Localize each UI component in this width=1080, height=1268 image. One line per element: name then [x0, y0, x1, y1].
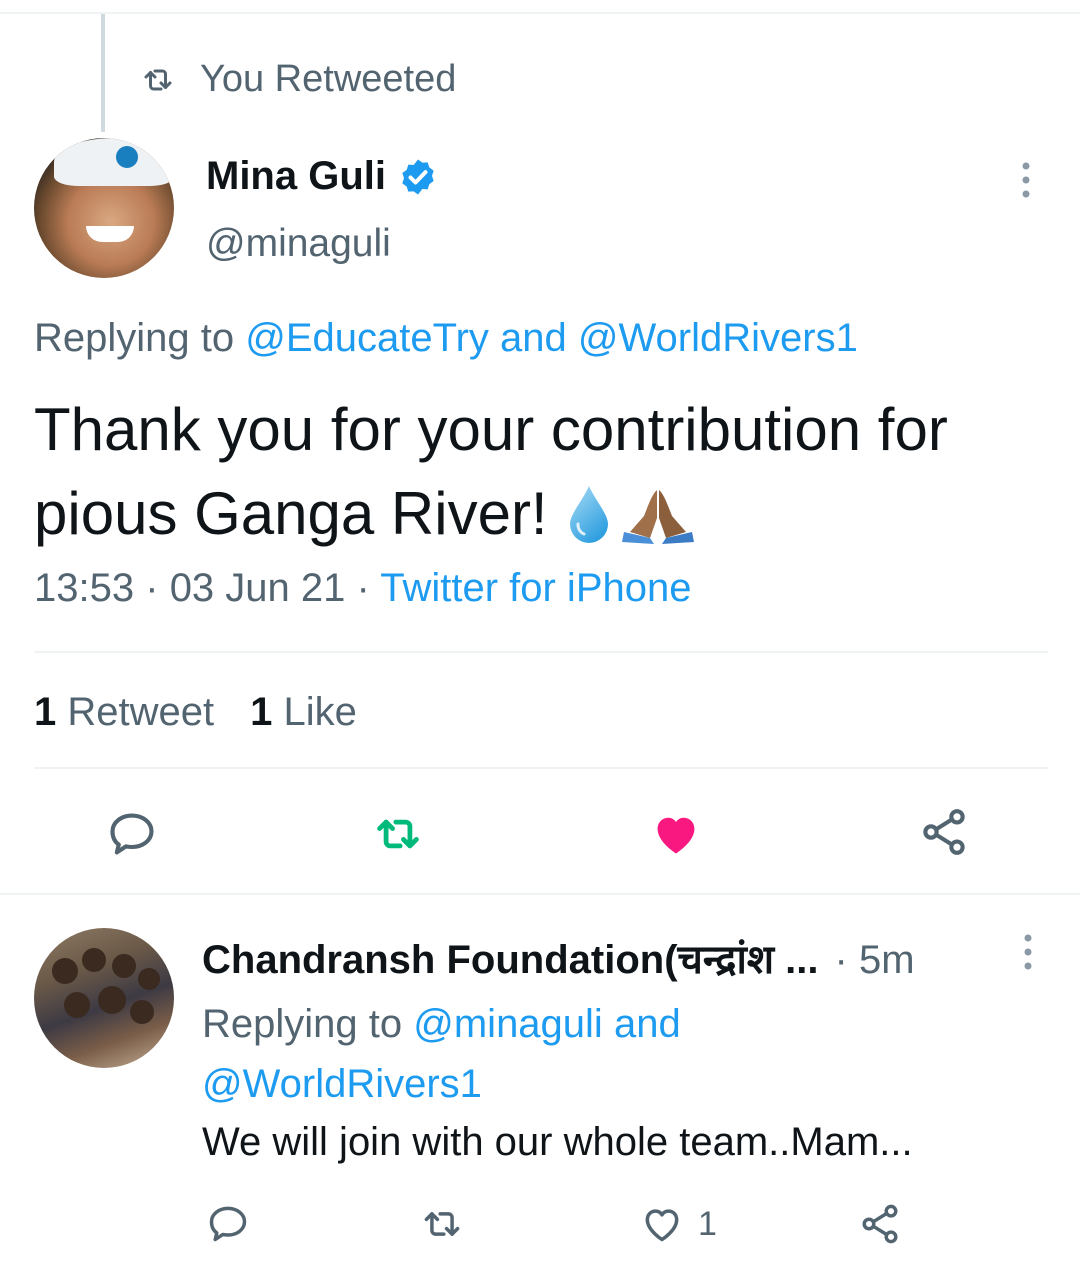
verified-badge-icon: [402, 159, 434, 194]
reply-share-button[interactable]: [858, 1202, 902, 1246]
heart-outline-icon: [645, 1209, 679, 1242]
tweet-author[interactable]: Mina Guli: [206, 154, 438, 199]
divider: [34, 767, 1048, 769]
reply-author[interactable]: Chandransh Foundation(चन्द्रांश ... · 5m: [202, 930, 915, 985]
tweet-text: Thank you for your contribution for piou…: [34, 388, 1064, 556]
author-handle[interactable]: @minaguli: [206, 222, 391, 266]
tweet-meta: 13:53 · 03 Jun 21 · Twitter for iPhone: [34, 566, 691, 611]
avatar[interactable]: [34, 138, 174, 278]
share-icon: [862, 1204, 898, 1244]
divider: [0, 893, 1080, 895]
retweet-button[interactable]: [372, 808, 424, 860]
replying-and: and: [500, 316, 567, 360]
author-name[interactable]: Mina Guli: [206, 154, 386, 199]
reply-button[interactable]: [106, 808, 158, 860]
tweet-date: 03 Jun 21: [169, 566, 346, 610]
mention-minaguli[interactable]: @minaguli: [413, 1002, 603, 1046]
like-count: 1: [250, 690, 273, 734]
reply-like-button[interactable]: 1: [640, 1202, 717, 1246]
reply-author-name[interactable]: Chandransh Foundation(चन्द्रांश ...: [202, 930, 819, 985]
reply-replying-to: Replying to @minaguli and @WorldRivers1: [202, 994, 1022, 1114]
replying-to-prefix: Replying to: [202, 1002, 403, 1046]
tweet-source[interactable]: Twitter for iPhone: [380, 566, 691, 610]
folded-hands-emoji-icon: [621, 490, 694, 544]
more-options-icon[interactable]: [1018, 932, 1038, 972]
divider: [34, 651, 1048, 653]
tweet-stats: 1 Retweet 1 Like: [34, 690, 357, 735]
retweet-icon: [377, 819, 419, 849]
replying-and: and: [613, 1002, 681, 1046]
top-divider: [0, 12, 1080, 14]
reply-time: · 5m: [834, 938, 915, 982]
like-button[interactable]: [650, 808, 702, 860]
retweet-context: You Retweeted: [140, 58, 456, 101]
retweet-count: 1: [34, 690, 57, 734]
reply-avatar[interactable]: [34, 928, 174, 1068]
reply-icon: [110, 813, 154, 855]
like-stat-label: Like: [283, 690, 357, 734]
mention-worldrivers1[interactable]: @WorldRivers1: [202, 1062, 482, 1106]
thread-line: [101, 14, 105, 132]
retweet-icon: [144, 69, 172, 90]
replying-to: Replying to @EducateTry and @WorldRivers…: [34, 316, 858, 361]
meta-dot-1: ·: [145, 566, 159, 610]
retweet-icon: [424, 1212, 460, 1236]
heart-filled-icon: [657, 817, 695, 854]
droplet-emoji-icon: [569, 486, 608, 543]
mention-educatetry[interactable]: @EducateTry: [245, 316, 489, 360]
share-button[interactable]: [918, 806, 970, 858]
retweet-context-label: You Retweeted: [200, 58, 457, 100]
share-icon: [923, 809, 965, 855]
tweet-time: 13:53: [34, 566, 135, 610]
reply-like-count: 1: [698, 1204, 717, 1243]
meta-dot-2: ·: [356, 566, 370, 610]
retweet-stat-label: Retweet: [67, 690, 215, 734]
reply-reply-button[interactable]: [206, 1202, 250, 1246]
likes-stat[interactable]: 1 Like: [250, 690, 357, 735]
replying-to-prefix: Replying to: [34, 316, 235, 360]
tweet-text-body: Thank you for your contribution for piou…: [34, 396, 948, 547]
retweets-stat[interactable]: 1 Retweet: [34, 690, 214, 735]
more-options-icon[interactable]: [1014, 160, 1038, 200]
mention-worldrivers1[interactable]: @WorldRivers1: [578, 316, 858, 360]
reply-retweet-button[interactable]: [420, 1202, 464, 1246]
reply-text: We will join with our whole team..Mam...: [202, 1120, 913, 1164]
reply-icon: [209, 1206, 247, 1242]
